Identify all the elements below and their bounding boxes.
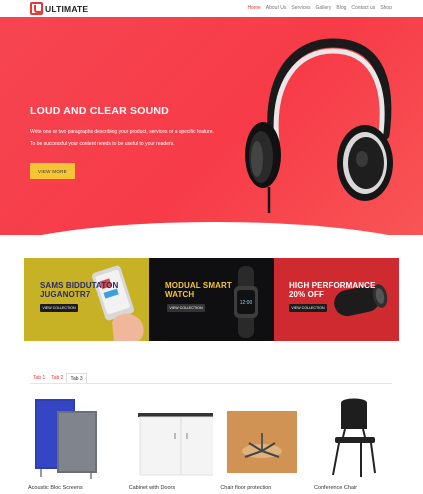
nav-services[interactable]: Services	[291, 5, 310, 11]
product-name[interactable]: Cabinet with Doors	[129, 485, 175, 491]
hero-title: LOUD AND CLEAR SOUND	[30, 105, 169, 117]
promo-banner-watch[interactable]: 12:00 MODUAL SMART WATCH VIEW COLLECTION	[149, 258, 274, 341]
headphones-image	[245, 38, 393, 213]
product-image	[35, 399, 97, 479]
nav-home[interactable]: Home	[247, 5, 260, 11]
product-card[interactable]: Acoustic Bloc Screens	[28, 393, 105, 494]
main-nav: Home About Us Services Gallery Blog Cont…	[247, 5, 392, 11]
product-image	[227, 411, 298, 473]
tab-divider	[30, 383, 392, 384]
tab-3[interactable]: Tab 3	[66, 373, 87, 383]
logo[interactable]: ULTIMATE	[30, 2, 88, 15]
promo-banners: SAMS BIDDUTATON JUGANOTR7 VIEW COLLECTIO…	[24, 258, 399, 341]
product-tabs: Tab 1 Tab 2 Tab 3	[30, 373, 87, 383]
product-name[interactable]: Conference Chair	[314, 485, 357, 491]
svg-text:12:00: 12:00	[240, 300, 253, 306]
logo-text: ULTIMATE	[45, 3, 89, 14]
nav-about[interactable]: About Us	[266, 5, 287, 11]
nav-gallery[interactable]: Gallery	[316, 5, 332, 11]
product-name[interactable]: Acoustic Bloc Screens	[28, 485, 83, 491]
hero-paragraph-1: Write one or two paragraphs describing y…	[30, 129, 214, 135]
nav-contact[interactable]: Contact us	[351, 5, 375, 11]
tab-1[interactable]: Tab 1	[30, 373, 48, 383]
logo-icon	[30, 2, 43, 15]
banner-title: MODUAL SMART WATCH	[165, 281, 232, 299]
product-image	[137, 413, 224, 476]
banner-title: HIGH PERFORMANCE 20% OFF	[289, 281, 376, 299]
hero-section: LOUD AND CLEAR SOUND Write one or two pa…	[0, 17, 423, 235]
product-card[interactable]: Cabinet with Doors	[129, 393, 224, 494]
site-header: ULTIMATE Home About Us Services Gallery …	[0, 0, 423, 17]
smartwatch-image: 12:00	[234, 266, 258, 338]
nav-blog[interactable]: Blog	[336, 5, 346, 11]
hero-wave	[0, 222, 423, 235]
tab-2[interactable]: Tab 2	[48, 373, 66, 383]
promo-banner-phone[interactable]: SAMS BIDDUTATON JUGANOTR7 VIEW COLLECTIO…	[24, 258, 149, 341]
product-grid: Acoustic Bloc Screens Cabinet with Doors…	[28, 393, 392, 494]
product-name[interactable]: Chair floor protection	[220, 485, 271, 491]
product-card[interactable]: Chair floor protection	[220, 393, 302, 494]
view-collection-button[interactable]: VIEW COLLECTION	[289, 304, 327, 312]
view-collection-button[interactable]: VIEW COLLECTION	[40, 304, 78, 312]
nav-shop[interactable]: Shop	[380, 5, 392, 11]
product-image	[331, 398, 376, 477]
view-more-button[interactable]: VIEW MORE	[30, 163, 75, 179]
view-collection-button[interactable]: VIEW COLLECTION	[167, 304, 205, 312]
phone-hand-image	[92, 265, 144, 341]
banner-title: SAMS BIDDUTATON JUGANOTR7	[40, 281, 119, 299]
product-card[interactable]: Conference Chair	[314, 393, 392, 494]
promo-banner-speaker[interactable]: HIGH PERFORMANCE 20% OFF VIEW COLLECTION	[274, 258, 399, 341]
hero-paragraph-2: To be successful your content needs to b…	[30, 141, 175, 147]
